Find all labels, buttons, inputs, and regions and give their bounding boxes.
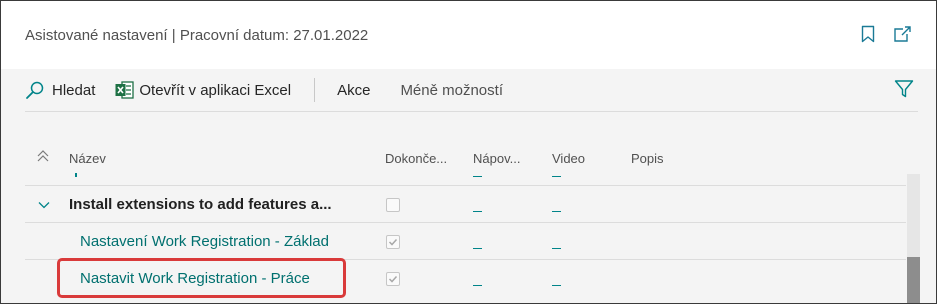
help-dash (473, 211, 482, 212)
open-in-excel-label: Otevřít v aplikaci Excel (139, 81, 292, 99)
page-header: Asistované nastavení | Pracovní datum: 2… (1, 1, 936, 69)
filter-pane-button[interactable] (894, 79, 914, 104)
row-name-link[interactable]: Nastavit Work Registration - Práce (80, 260, 310, 297)
table-row[interactable]: Nastavit Work Registration - Práce (25, 259, 906, 296)
help-link[interactable] (473, 260, 482, 297)
column-header-help[interactable]: Nápov... (473, 151, 520, 166)
video-dash (552, 248, 561, 249)
table-row[interactable]: Nastavení Work Registration - Základ (25, 222, 906, 259)
fewer-options-label: Méně možností (400, 81, 503, 99)
fewer-options-button[interactable]: Méně možností (400, 82, 503, 99)
vertical-scrollbar[interactable] (907, 174, 920, 303)
expand-collapse-toggle[interactable] (37, 186, 51, 223)
help-link[interactable] (473, 186, 482, 223)
video-dash (552, 211, 561, 212)
header-help-marker (473, 176, 482, 177)
open-in-new-window-icon (894, 26, 911, 42)
completed-checkbox[interactable] (386, 260, 400, 297)
help-dash (473, 285, 482, 286)
partial-row-marker (75, 173, 77, 177)
help-link[interactable] (473, 223, 482, 260)
search-label: Hledat (52, 81, 96, 99)
column-header-name[interactable]: Název (69, 151, 106, 166)
video-dash (552, 285, 561, 286)
completed-checkbox[interactable] (386, 186, 400, 223)
double-chevron-up-icon (37, 150, 49, 162)
excel-icon (115, 81, 135, 99)
actions-label: Akce (337, 81, 371, 99)
toolbar-divider (314, 78, 316, 102)
action-bar: Hledat Otevřít v aplikaci Excel Akce Mén… (25, 69, 936, 111)
video-link[interactable] (552, 260, 561, 297)
scrollbar-thumb[interactable] (907, 257, 920, 303)
completed-checkbox[interactable] (386, 223, 400, 260)
chevron-down-icon (38, 201, 50, 208)
collapse-all-button[interactable] (36, 149, 50, 168)
video-link[interactable] (552, 186, 561, 223)
actions-menu-button[interactable]: Akce (337, 82, 370, 99)
search-button[interactable]: Hledat (25, 80, 95, 100)
row-name-link[interactable]: Nastavení Work Registration - Základ (80, 223, 329, 260)
checkbox-checked-icon (386, 234, 400, 249)
filter-icon (894, 80, 914, 98)
open-in-excel-button[interactable]: Otevřít v aplikaci Excel (115, 81, 291, 99)
bookmark-icon (861, 25, 875, 43)
header-video-marker (552, 176, 561, 177)
bookmark-button[interactable] (857, 23, 879, 45)
assisted-setup-page: Asistované nastavení | Pracovní datum: 2… (0, 0, 937, 304)
column-header-video[interactable]: Video (552, 151, 585, 166)
checkbox-unchecked-icon (386, 197, 400, 212)
help-dash (473, 248, 482, 249)
table-row[interactable]: Install extensions to add features a... (25, 185, 906, 222)
toolbar-separator-line (25, 111, 918, 112)
column-header-description[interactable]: Popis (631, 151, 664, 166)
video-link[interactable] (552, 223, 561, 260)
row-name: Install extensions to add features a... (69, 196, 332, 213)
checkbox-checked-icon (386, 271, 400, 286)
column-header-completed[interactable]: Dokonče... (385, 151, 447, 166)
search-icon (26, 81, 44, 99)
open-in-new-window-button[interactable] (891, 23, 913, 45)
page-title: Asistované nastavení | Pracovní datum: 2… (25, 27, 369, 44)
